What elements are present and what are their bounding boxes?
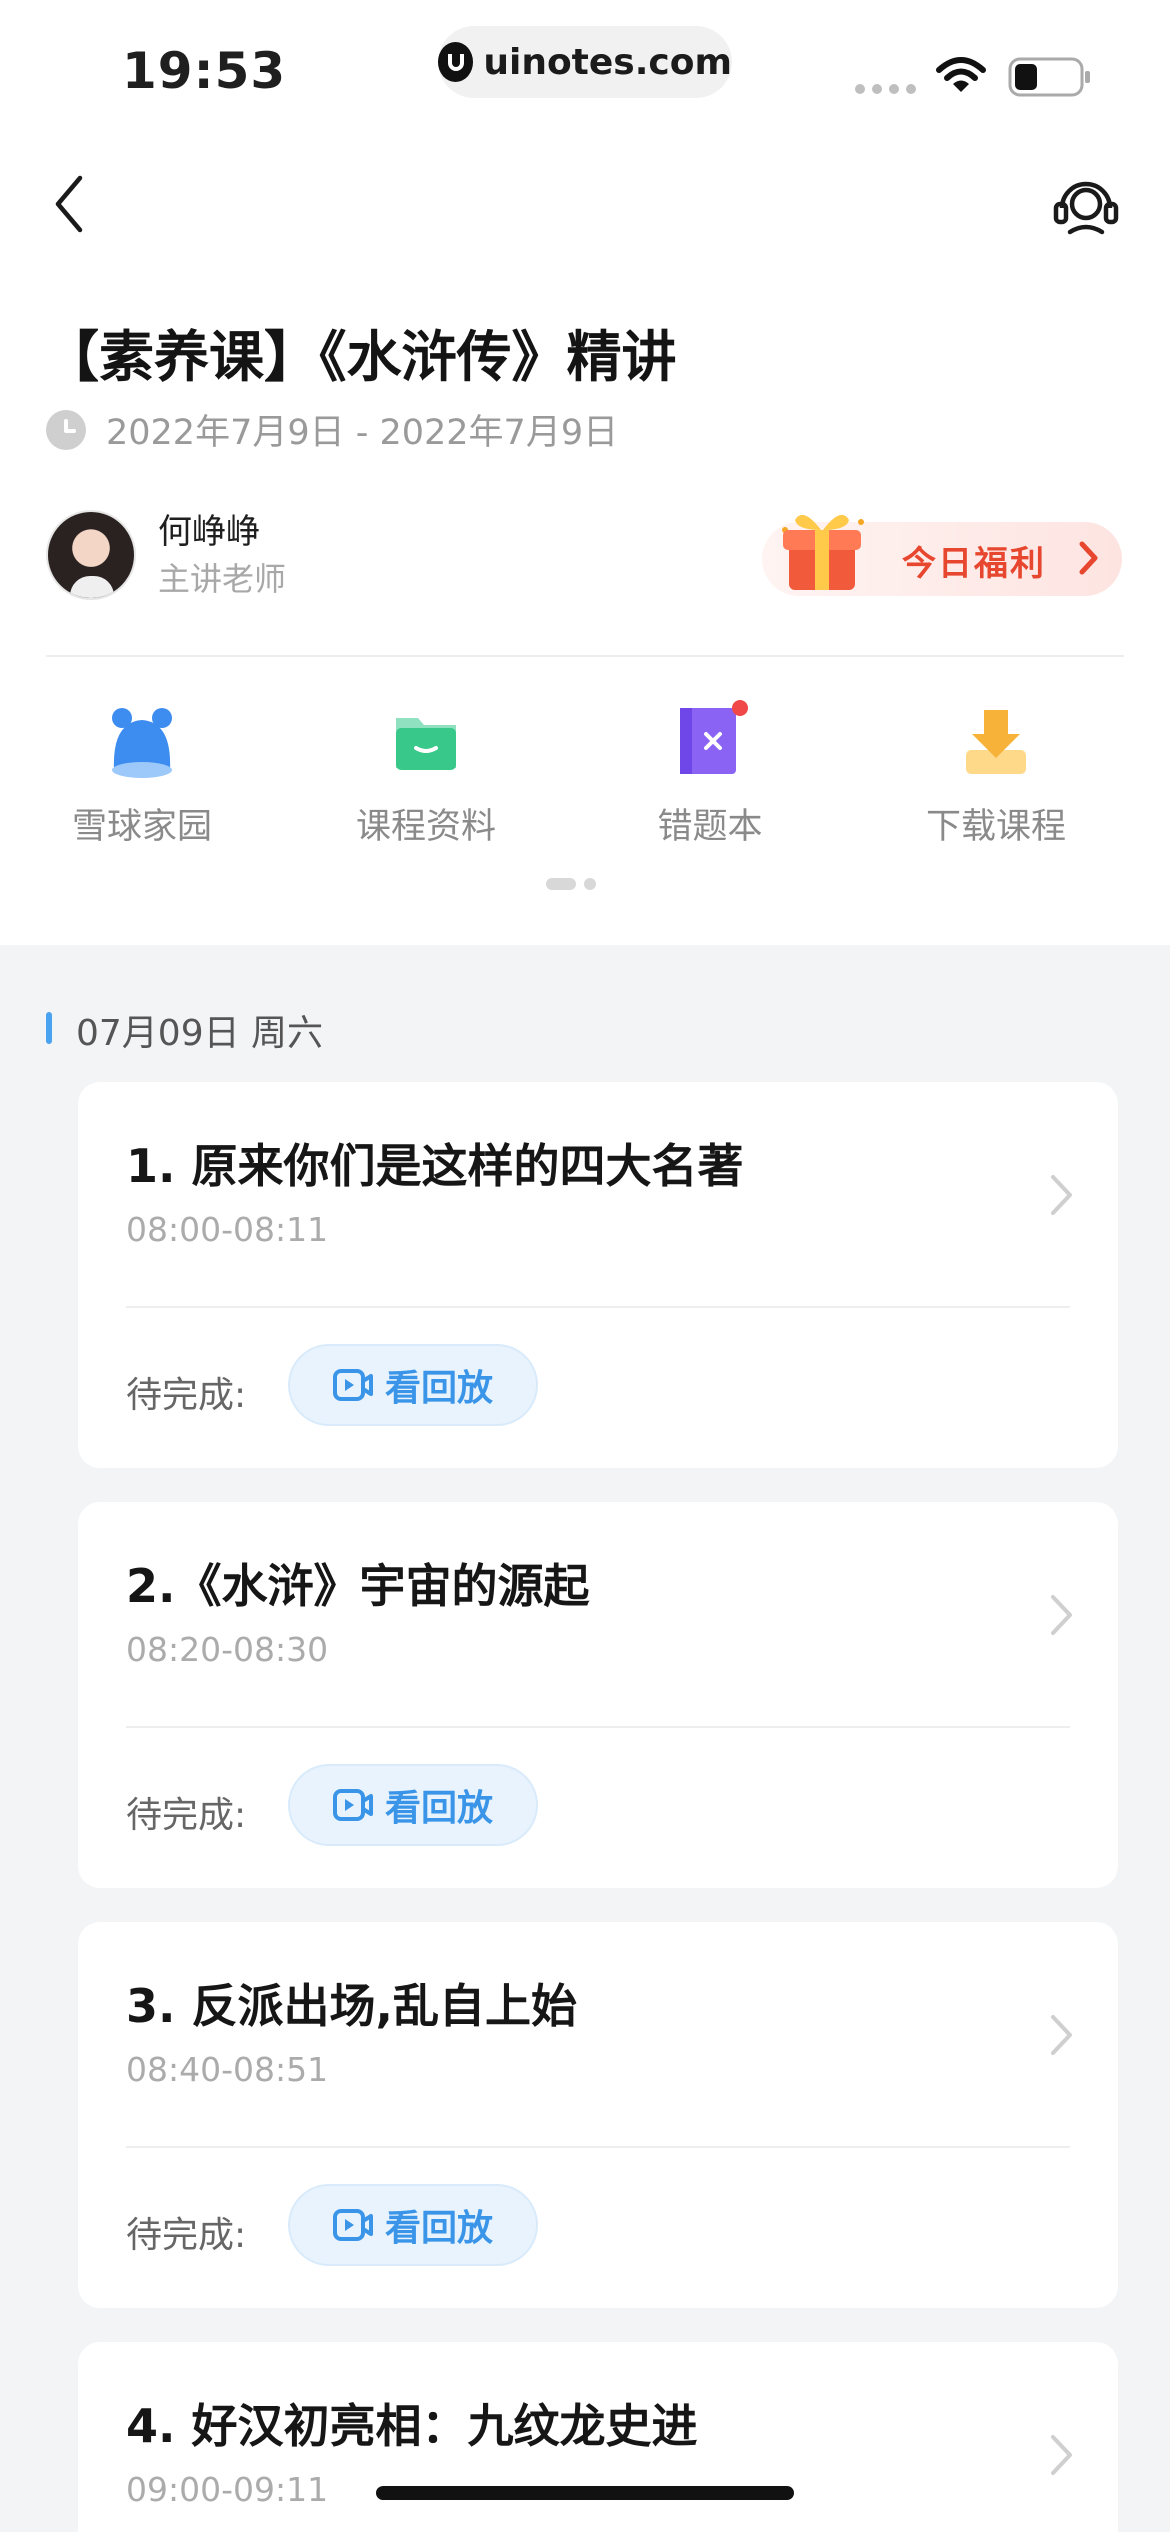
watch-replay-label: 看回放 (384, 1788, 493, 1829)
url-text: uinotes.com (483, 41, 732, 83)
page-indicator (546, 878, 596, 890)
folder-icon (396, 718, 456, 770)
chevron-right-icon (1051, 1175, 1072, 1215)
status-time: 19:53 (122, 42, 287, 100)
back-arrow-icon[interactable] (50, 172, 90, 236)
page-dot-active (546, 878, 576, 890)
lesson-time: 08:00-08:11 (126, 1210, 329, 1249)
snowball-mascot-icon (112, 708, 172, 778)
quick-action-download-course[interactable]: 下载课程 (876, 700, 1116, 849)
lesson-card[interactable]: 1. 原来你们是这样的四大名著 08:00-08:11 待完成: 看回放 (78, 1082, 1118, 1468)
quick-action-label: 课程资料 (355, 807, 496, 847)
today-welfare-label: 今日福利 (902, 544, 1046, 584)
battery-icon (1008, 57, 1090, 97)
lesson-status: 待完成: (126, 1795, 247, 1836)
video-icon (332, 2209, 373, 2241)
page-dot (584, 878, 596, 890)
quick-action-label: 雪球家园 (71, 807, 212, 847)
lesson-time: 08:20-08:30 (126, 1630, 329, 1669)
quick-action-wrong-book[interactable]: 错题本 (590, 700, 830, 849)
section-date: 07月09日 周六 (76, 1013, 324, 1054)
clock-icon (46, 409, 86, 450)
lesson-card[interactable]: 2.《水浒》宇宙的源起 08:20-08:30 待完成: 看回放 (78, 1502, 1118, 1888)
quick-action-course-materials[interactable]: 课程资料 (306, 700, 546, 849)
customer-service-icon[interactable] (1050, 170, 1122, 242)
lesson-time: 08:40-08:51 (126, 2050, 329, 2089)
chevron-right-icon (1051, 2015, 1072, 2055)
chevron-right-icon (1051, 2435, 1072, 2475)
signal-icon (855, 84, 916, 94)
download-icon (966, 710, 1026, 774)
teacher-avatar[interactable] (46, 510, 136, 600)
section-marker (46, 1012, 52, 1044)
divider (46, 655, 1124, 657)
video-icon (332, 1789, 373, 1821)
teacher-role: 主讲老师 (158, 560, 287, 598)
watch-replay-button[interactable]: 看回放 (288, 2184, 538, 2266)
watch-replay-button[interactable]: 看回放 (288, 1764, 538, 1846)
teacher-name: 何峥峥 (158, 512, 260, 552)
quick-action-label: 下载课程 (925, 807, 1066, 847)
watch-replay-button[interactable]: 看回放 (288, 1344, 538, 1426)
site-logo-icon (438, 42, 474, 82)
course-date-range: 2022年7月9日 - 2022年7月9日 (106, 413, 619, 453)
lesson-title: 4. 好汉初亮相：九纹龙史进 (126, 2399, 698, 2453)
wifi-icon (936, 57, 986, 92)
divider (126, 2146, 1070, 2148)
lesson-status: 待完成: (126, 1375, 247, 1416)
course-title: 【素养课】《水浒传》精讲 (44, 325, 677, 389)
home-indicator (376, 2486, 794, 2500)
lesson-title: 1. 原来你们是这样的四大名著 (126, 1139, 744, 1193)
quick-action-snowball-home[interactable]: 雪球家园 (22, 700, 262, 849)
lesson-status: 待完成: (126, 2215, 247, 2256)
lesson-title: 2.《水浒》宇宙的源起 (126, 1559, 590, 1613)
chevron-right-icon (1079, 541, 1098, 575)
chevron-right-icon (1051, 1595, 1072, 1635)
url-pill[interactable]: uinotes.com (438, 26, 732, 98)
wrong-book-icon (680, 700, 748, 774)
watch-replay-label: 看回放 (384, 1368, 493, 1409)
gift-icon (782, 514, 864, 590)
lesson-card[interactable]: 3. 反派出场,乱自上始 08:40-08:51 待完成: 看回放 (78, 1922, 1118, 2308)
divider (126, 1306, 1070, 1308)
watch-replay-label: 看回放 (384, 2208, 493, 2249)
divider (126, 1726, 1070, 1728)
lesson-time: 09:00-09:11 (126, 2470, 329, 2509)
course-date-row: 2022年7月9日 - 2022年7月9日 (46, 404, 618, 455)
quick-action-label: 错题本 (657, 807, 763, 847)
video-icon (332, 1369, 373, 1401)
lesson-card[interactable]: 4. 好汉初亮相：九纹龙史进 09:00-09:11 (78, 2342, 1118, 2532)
lesson-title: 3. 反派出场,乱自上始 (126, 1979, 577, 2033)
